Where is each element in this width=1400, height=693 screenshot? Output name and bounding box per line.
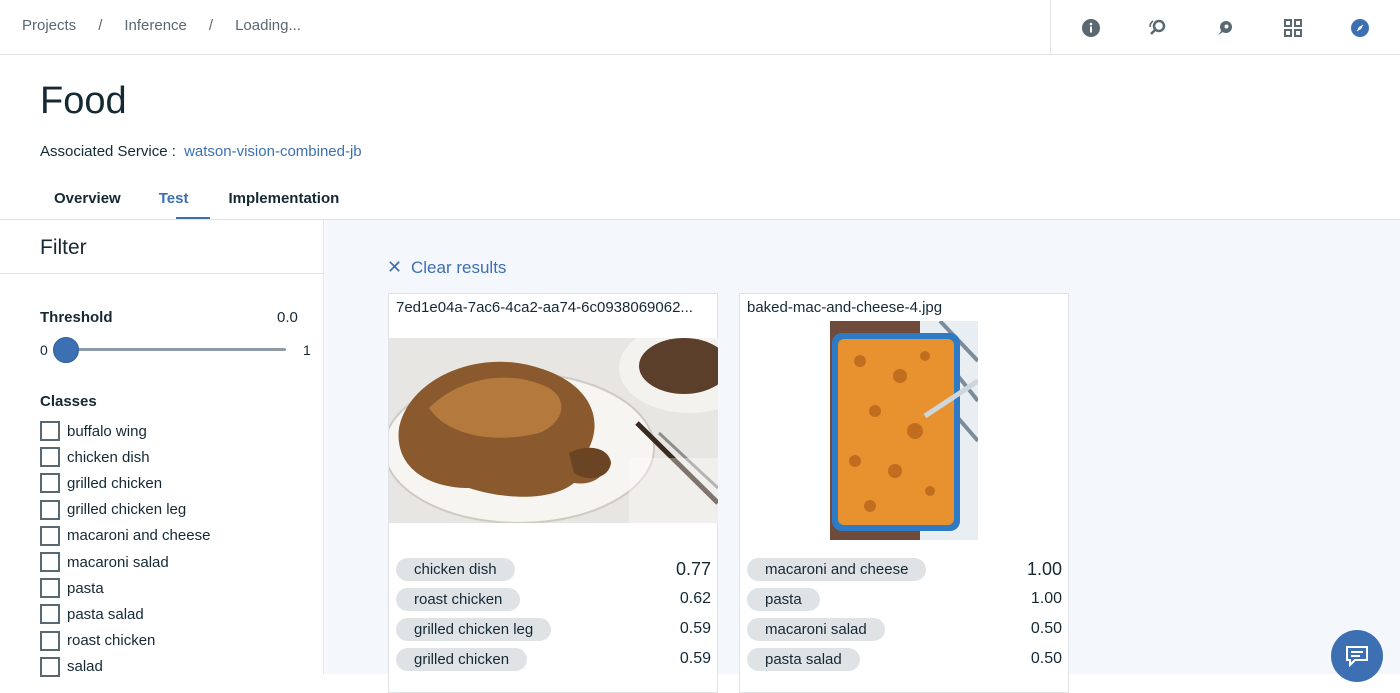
threshold-slider-handle[interactable]	[53, 337, 79, 363]
class-label: pasta salad	[67, 605, 144, 623]
class-tag: macaroni salad	[747, 617, 885, 641]
score-value: 0.62	[679, 590, 711, 607]
result-row: chicken dish 0.77	[396, 556, 711, 582]
checkbox[interactable]	[40, 630, 60, 651]
page-title: Food	[40, 80, 127, 122]
checkbox[interactable]	[40, 604, 60, 625]
class-list: buffalo wing chicken dish grilled chicke…	[40, 418, 210, 680]
checkbox[interactable]	[40, 421, 60, 442]
top-bar: Projects / Inference / Loading...	[0, 0, 1400, 55]
toolbar	[1050, 0, 1400, 55]
breadcrumb-separator: /	[208, 17, 214, 34]
class-label: salad	[67, 658, 103, 676]
class-tag: roast chicken	[396, 587, 521, 611]
checkbox[interactable]	[40, 473, 60, 494]
tab-test[interactable]: Test	[145, 186, 203, 220]
class-item[interactable]: roast chicken	[40, 628, 210, 654]
filter-title: Filter	[40, 236, 87, 259]
breadcrumb-separator: /	[98, 17, 103, 34]
result-row: macaroni salad 0.50	[747, 616, 1062, 642]
associated-service: Associated Service : watson-vision-combi…	[40, 143, 362, 160]
divider	[0, 273, 324, 274]
roast-chicken-photo	[383, 323, 759, 524]
score-value: 1.00	[1030, 590, 1062, 607]
result-row: roast chicken 0.62	[396, 586, 711, 612]
tab-implementation[interactable]: Implementation	[214, 186, 353, 220]
class-label: macaroni and cheese	[67, 527, 211, 545]
class-tag: grilled chicken	[396, 647, 528, 671]
rocket-icon[interactable]	[1211, 14, 1239, 42]
score-value: 0.50	[1030, 650, 1062, 667]
threshold-label: Threshold	[40, 309, 113, 326]
score-value: 0.50	[1030, 620, 1062, 637]
clear-results-button[interactable]: ✕ Clear results	[387, 257, 506, 278]
checkbox[interactable]	[40, 447, 60, 468]
class-label: grilled chicken leg	[67, 501, 187, 519]
chat-icon	[1346, 646, 1368, 667]
slider-min-label: 0	[40, 342, 48, 358]
chat-button[interactable]	[1331, 630, 1383, 682]
class-label: buffalo wing	[67, 422, 147, 440]
service-link[interactable]: watson-vision-combined-jb	[184, 143, 362, 160]
checkbox[interactable]	[40, 578, 60, 599]
class-item[interactable]: salad	[40, 654, 210, 680]
filter-sidebar: Filter Threshold 0.0 0 1 Classes buffalo…	[0, 220, 324, 677]
score-value: 0.59	[679, 620, 711, 637]
image-filename: baked-mac-and-cheese-4.jpg	[747, 299, 943, 316]
class-item[interactable]: chicken dish	[40, 444, 210, 470]
breadcrumb-projects[interactable]: Projects	[22, 17, 76, 34]
class-label: grilled chicken	[67, 474, 163, 492]
result-card: 7ed1e04a-7ac6-4ca2-aa74-6c0938069062... …	[383, 293, 759, 693]
result-card: baked-mac-and-cheese-4.jpg macaroni and …	[739, 293, 1069, 693]
slider-max-label: 1	[303, 342, 311, 358]
service-label: Associated Service :	[40, 143, 176, 160]
class-label: chicken dish	[67, 448, 150, 466]
class-label: macaroni salad	[67, 553, 169, 571]
breadcrumb: Projects / Inference / Loading...	[22, 17, 301, 34]
class-item[interactable]: pasta salad	[40, 601, 210, 627]
result-row: pasta salad 0.50	[747, 646, 1062, 672]
class-item[interactable]: macaroni salad	[40, 549, 210, 575]
breadcrumb-current: Loading...	[235, 17, 301, 34]
image-filename: 7ed1e04a-7ac6-4ca2-aa74-6c0938069062...	[396, 299, 693, 316]
tab-bar: Overview Test Implementation	[40, 186, 353, 220]
close-icon: ✕	[387, 257, 403, 277]
results-panel: ✕ Clear results 7ed1e04a-7ac6-4ca2-aa74-…	[325, 220, 1400, 693]
search-recycle-icon[interactable]	[1144, 14, 1172, 42]
clear-results-label: Clear results	[411, 257, 507, 277]
score-value: 0.77	[675, 558, 711, 579]
apps-icon[interactable]	[1279, 14, 1307, 42]
class-tag: pasta	[747, 587, 820, 611]
class-item[interactable]: grilled chicken leg	[40, 497, 210, 523]
score-value: 1.00	[1026, 558, 1062, 579]
score-value: 0.59	[679, 650, 711, 667]
class-label: roast chicken	[67, 632, 156, 650]
threshold-value: 0.0	[277, 309, 298, 326]
class-tag: grilled chicken leg	[396, 617, 552, 641]
checkbox[interactable]	[40, 552, 60, 573]
checkbox[interactable]	[40, 525, 60, 546]
class-item[interactable]: buffalo wing	[40, 418, 210, 444]
compass-icon[interactable]	[1346, 14, 1374, 42]
class-item[interactable]: macaroni and cheese	[40, 523, 210, 549]
class-tag: chicken dish	[396, 557, 515, 581]
result-row: macaroni and cheese 1.00	[747, 556, 1062, 582]
class-tag: pasta salad	[747, 647, 860, 671]
tab-overview[interactable]: Overview	[40, 186, 135, 220]
class-item[interactable]: grilled chicken	[40, 470, 210, 496]
threshold-slider-track[interactable]	[63, 348, 286, 351]
info-icon[interactable]	[1077, 14, 1105, 42]
checkbox[interactable]	[40, 499, 60, 520]
breadcrumb-inference[interactable]: Inference	[124, 17, 187, 34]
class-tag: macaroni and cheese	[747, 557, 927, 581]
result-row: grilled chicken 0.59	[396, 646, 711, 672]
class-item[interactable]: pasta	[40, 575, 210, 601]
class-label: pasta	[67, 579, 104, 597]
mac-and-cheese-photo	[830, 319, 980, 540]
result-row: grilled chicken leg 0.59	[396, 616, 711, 642]
classes-label: Classes	[40, 393, 97, 410]
result-row: pasta 1.00	[747, 586, 1062, 612]
